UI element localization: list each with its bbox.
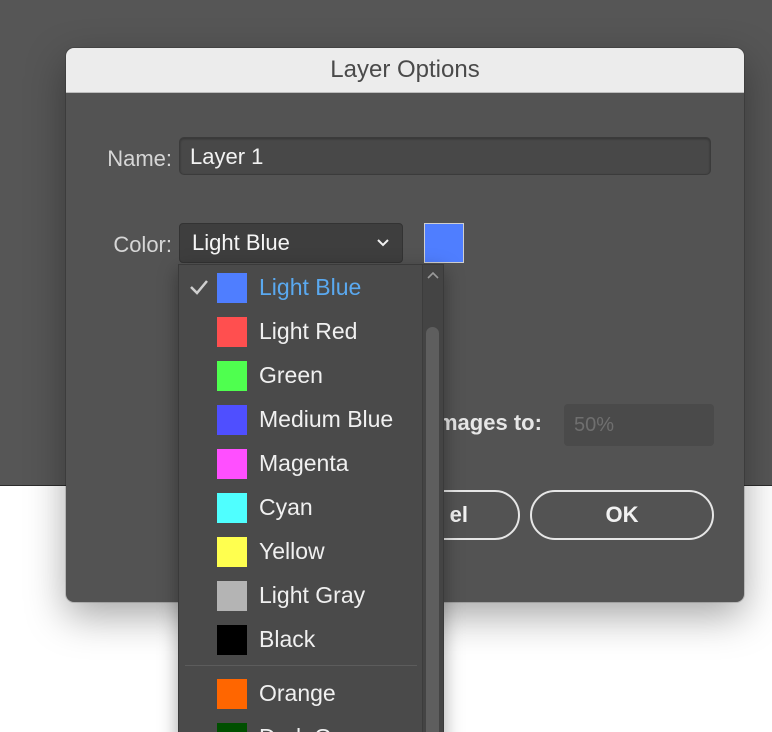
dropdown-item-label: Orange — [259, 680, 336, 706]
dropdown-item-label: Magenta — [259, 450, 349, 476]
dropdown-item-label: Light Red — [259, 318, 358, 344]
color-select[interactable]: Light Blue — [179, 223, 403, 263]
color-dropdown-list[interactable]: Light Blue Light Red Green Medium Blue M… — [178, 264, 444, 732]
color-swatch — [217, 273, 247, 303]
dropdown-separator — [185, 665, 417, 666]
color-label: Color: — [113, 232, 172, 257]
checkmark-icon — [190, 280, 208, 295]
name-label: Name: — [107, 146, 172, 171]
chevron-up-icon[interactable] — [425, 269, 441, 281]
dropdown-item-light-blue[interactable]: Light Blue — [179, 265, 419, 309]
dropdown-item-label: Black — [259, 626, 316, 652]
dropdown-item-green[interactable]: Green — [179, 353, 419, 397]
color-swatch — [217, 625, 247, 655]
dropdown-item-black[interactable]: Black — [179, 617, 419, 661]
color-swatch — [217, 581, 247, 611]
dropdown-item-label: Green — [259, 362, 323, 388]
color-swatch — [217, 493, 247, 523]
color-select-value: Light Blue — [192, 230, 290, 255]
color-swatch — [217, 679, 247, 709]
ok-button[interactable]: OK — [530, 490, 714, 540]
color-swatch — [217, 537, 247, 567]
dropdown-item-light-gray[interactable]: Light Gray — [179, 573, 419, 617]
dropdown-item-magenta[interactable]: Magenta — [179, 441, 419, 485]
dropdown-item-yellow[interactable]: Yellow — [179, 529, 419, 573]
name-input[interactable]: Layer 1 — [179, 137, 711, 175]
dropdown-item-light-red[interactable]: Light Red — [179, 309, 419, 353]
dropdown-item-label: Light Gray — [259, 582, 366, 608]
color-swatch — [217, 361, 247, 391]
color-swatch — [217, 449, 247, 479]
cancel-button-label: el — [449, 502, 468, 527]
color-swatch — [217, 317, 247, 347]
dropdown-item-label: Dark G — [259, 724, 332, 732]
color-swatch — [217, 405, 247, 435]
chevron-down-icon — [377, 239, 389, 247]
dropdown-item-cyan[interactable]: Cyan — [179, 485, 419, 529]
color-preview-swatch[interactable] — [424, 223, 464, 263]
dialog-titlebar[interactable]: Layer Options — [66, 48, 744, 93]
dropdown-item-orange[interactable]: Orange — [179, 671, 419, 715]
dropdown-item-medium-blue[interactable]: Medium Blue — [179, 397, 419, 441]
dropdown-item-label: Yellow — [259, 538, 325, 564]
reduce-images-input[interactable]: 50% — [564, 404, 714, 446]
dialog-title: Layer Options — [330, 56, 480, 83]
dropdown-item-dark-green[interactable]: Dark G — [179, 715, 419, 732]
dropdown-item-label: Light Blue — [259, 274, 362, 300]
dropdown-scroll-thumb[interactable] — [426, 327, 439, 732]
reduce-images-label: mages to: — [438, 410, 542, 435]
ok-button-label: OK — [605, 502, 639, 527]
dropdown-item-label: Cyan — [259, 494, 313, 520]
color-swatch — [217, 723, 247, 732]
dropdown-item-label: Medium Blue — [259, 406, 394, 432]
